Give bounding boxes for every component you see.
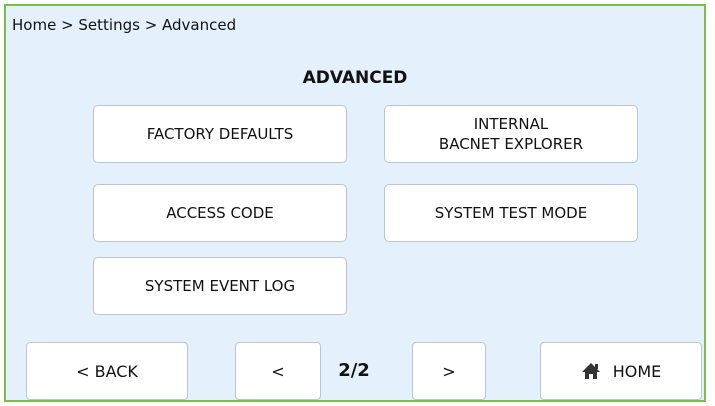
system-event-log-button[interactable]: SYSTEM EVENT LOG: [93, 257, 347, 315]
next-page-button[interactable]: >: [412, 342, 486, 400]
back-button[interactable]: < BACK: [26, 342, 188, 400]
access-code-button[interactable]: ACCESS CODE: [93, 184, 347, 242]
factory-defaults-button[interactable]: FACTORY DEFAULTS: [93, 105, 347, 163]
previous-page-button[interactable]: <: [235, 342, 321, 400]
page-title: ADVANCED: [302, 68, 408, 88]
internal-bacnet-explorer-button[interactable]: INTERNAL BACNET EXPLORER: [384, 105, 638, 163]
system-test-mode-button[interactable]: SYSTEM TEST MODE: [384, 184, 638, 242]
home-icon: [581, 362, 601, 380]
advanced-settings-screen: Home > Settings > Advanced ADVANCED FACT…: [4, 4, 706, 402]
page-indicator: 2/2: [338, 360, 370, 381]
home-label: HOME: [612, 361, 662, 381]
breadcrumb: Home > Settings > Advanced: [12, 16, 237, 34]
home-button[interactable]: HOME: [540, 342, 702, 400]
